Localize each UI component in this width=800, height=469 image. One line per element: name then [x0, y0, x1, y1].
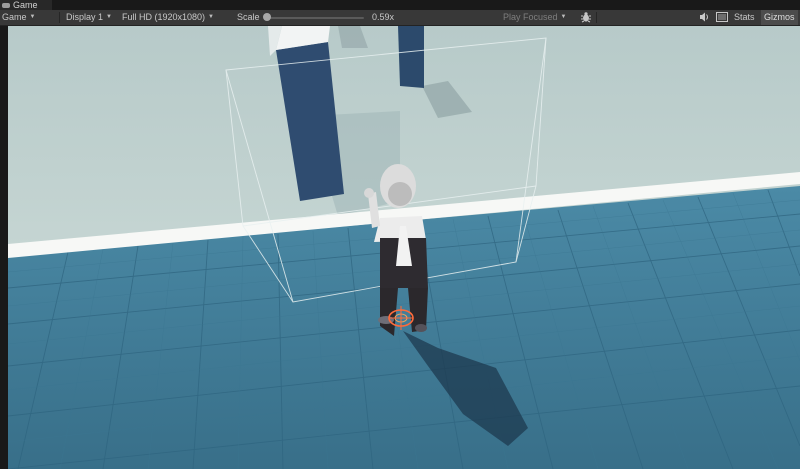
view-mode-label: Game [2, 12, 27, 22]
display-dropdown[interactable]: Display 1 ▼ [66, 10, 112, 25]
gamepad-icon [2, 3, 10, 9]
gizmos-button[interactable]: Gizmos [761, 10, 798, 25]
grid-icon[interactable] [716, 12, 728, 27]
bug-icon[interactable] [580, 11, 592, 26]
play-mode-label: Play Focused [503, 12, 558, 22]
chevron-down-icon: ▼ [29, 14, 36, 21]
chevron-down-icon: ▼ [106, 14, 112, 21]
scale-value: 0.59x [372, 12, 395, 22]
resolution-label: Full HD (1920x1080) [122, 12, 206, 22]
divider [596, 12, 597, 23]
play-mode-dropdown[interactable]: Play Focused ▼ [503, 10, 566, 25]
tab-game-label: Game [13, 0, 38, 10]
scale-slider[interactable] [268, 17, 364, 19]
scale-label: Scale [237, 12, 260, 22]
chevron-down-icon: ▼ [560, 14, 567, 21]
tab-bar: Game [0, 0, 800, 10]
resolution-dropdown[interactable]: Full HD (1920x1080) ▼ [122, 10, 214, 25]
game-viewport[interactable] [8, 26, 800, 469]
scale-slider-thumb[interactable] [263, 13, 271, 21]
tab-game[interactable]: Game [0, 0, 52, 10]
pillar-right [398, 26, 424, 88]
view-mode-dropdown[interactable]: Game ▼ [2, 10, 35, 25]
game-toolbar: Game ▼ Display 1 ▼ Full HD (1920x1080) ▼ Sc… [0, 10, 800, 26]
stats-button[interactable]: Stats [734, 10, 755, 25]
display-label: Display 1 [66, 12, 104, 22]
speaker-icon[interactable] [699, 12, 710, 27]
chevron-down-icon: ▼ [208, 14, 214, 21]
divider [59, 12, 60, 23]
